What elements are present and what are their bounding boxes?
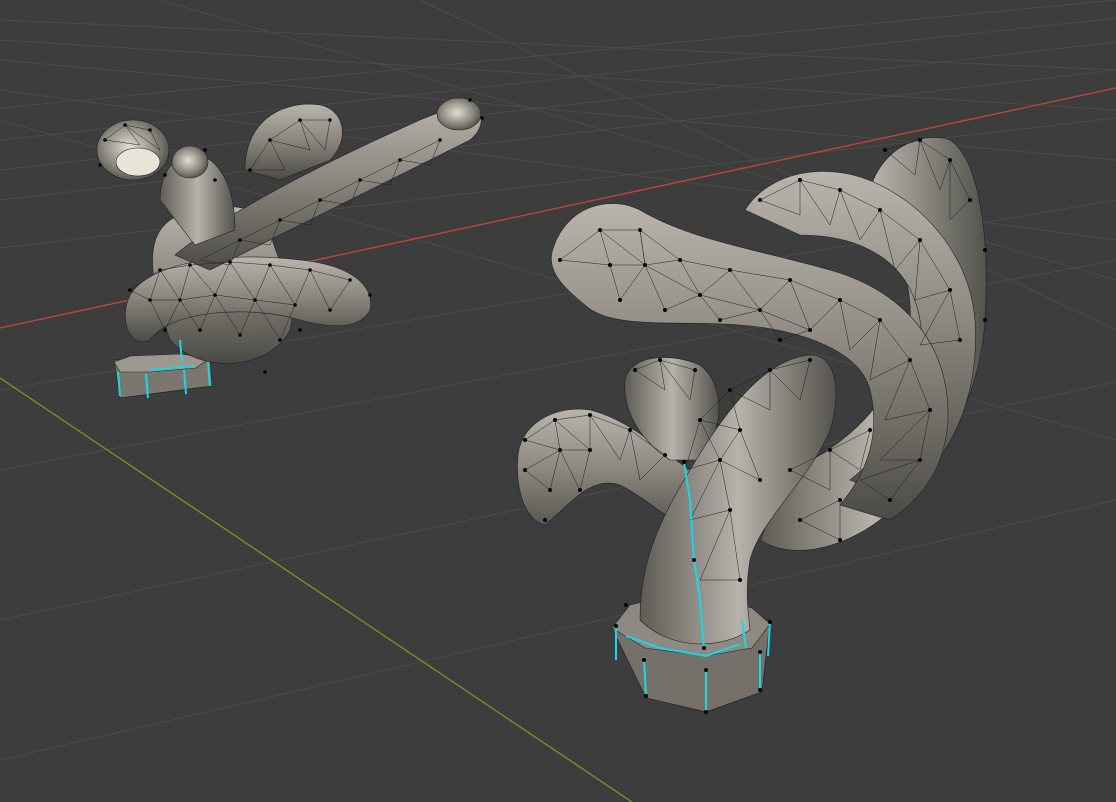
- tube-knot-mesh-right[interactable]: [517, 137, 987, 714]
- tube-knot-mesh-left[interactable]: [96, 97, 484, 399]
- base-cylinder-left: [113, 353, 213, 399]
- 3d-viewport[interactable]: [0, 0, 1116, 802]
